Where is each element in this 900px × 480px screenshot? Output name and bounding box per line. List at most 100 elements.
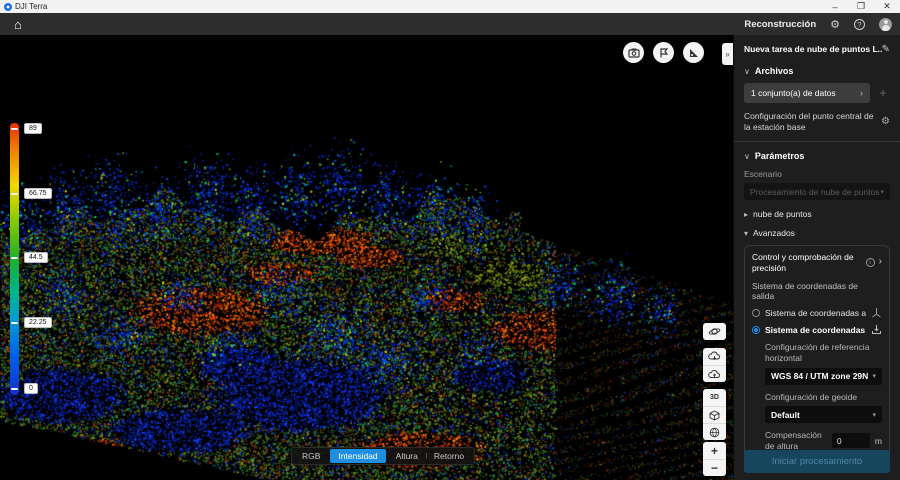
colorbar-tick [11, 322, 18, 324]
accuracy-control-row[interactable]: Control y comprobación de precisión i › [752, 252, 882, 273]
crs-arbitrary-option[interactable]: Sistema de coordenadas arbitr... [752, 307, 882, 318]
minus-icon: − [710, 461, 718, 475]
zoom-in-button[interactable]: + [703, 442, 726, 459]
3d-label: 3D [710, 394, 719, 401]
close-button[interactable]: ✕ [874, 1, 900, 12]
display-mode-switcher: RGB Intensidad Altura Retorno [291, 447, 476, 465]
height-offset-input[interactable]: 0 [831, 433, 870, 449]
panel-collapse-button[interactable]: » [722, 43, 733, 65]
axes-icon [872, 308, 881, 318]
cloud-side-view-button[interactable] [703, 365, 726, 382]
mode-rgb[interactable]: RGB [294, 449, 328, 463]
display-mode-toolgroup: 3D [703, 389, 726, 440]
radio-unselected-icon [752, 308, 760, 317]
scenario-label: Escenario [744, 169, 782, 180]
viewport-3d[interactable]: 89 66.75 44.5 22.25 0 » 3D + − RGB Inten… [0, 35, 733, 480]
files-section-label: Archivos [754, 66, 794, 76]
output-crs-label: Sistema de coordenadas de salida [752, 281, 858, 302]
cloud-up-icon [708, 369, 721, 378]
model-display-button[interactable] [703, 406, 726, 423]
cube-icon [709, 409, 720, 421]
mode-height[interactable]: Altura [388, 449, 426, 463]
annotation-tool-button[interactable] [653, 42, 674, 63]
chevron-right-icon: › [860, 88, 863, 98]
orbit-view-button[interactable] [703, 323, 726, 340]
colorbar-tick [11, 128, 18, 130]
reconstruction-menu[interactable]: Reconstrucción [744, 19, 816, 30]
divider [734, 141, 900, 143]
triangle-down-icon: ▾ [744, 228, 749, 238]
colorbar-tick [11, 388, 18, 390]
maximize-button[interactable]: ❐ [848, 1, 874, 12]
chevron-down-icon: ∨ [744, 151, 750, 161]
advanced-section-header[interactable]: ▾ Avanzados [744, 228, 890, 238]
user-avatar[interactable] [879, 17, 892, 31]
scenario-value: Procesamiento de nube de puntos [750, 186, 880, 197]
chevron-right-icon: › [878, 256, 882, 268]
layer-display-button[interactable] [703, 423, 726, 440]
task-settings-panel: Nueva tarea de nube de puntos L... ✎ ∨ A… [733, 35, 900, 480]
settings-icon[interactable]: ⚙ [830, 18, 840, 31]
minimize-button[interactable]: – [822, 2, 848, 12]
app-toolbar: ⌂ Reconstrucción ⚙ ? [0, 13, 900, 35]
colorbar-label: 66.75 [24, 188, 52, 199]
home-button[interactable]: ⌂ [8, 18, 28, 31]
info-icon[interactable]: i [865, 258, 875, 268]
geoid-value: Default [771, 409, 800, 420]
point-cloud-canvas[interactable] [0, 35, 733, 480]
pointcloud-section-label: nube de puntos [753, 209, 812, 220]
triangle-right-icon: ▸ [744, 209, 749, 219]
dataset-count-label: 1 conjunto(a) de datos [751, 88, 836, 98]
base-station-gear-icon[interactable]: ⚙ [881, 115, 890, 128]
orbit-toolgroup [703, 323, 726, 340]
measure-tool-button[interactable] [683, 42, 704, 63]
advanced-section-label: Avanzados [753, 228, 795, 239]
help-glyph: ? [857, 19, 862, 29]
geoid-select[interactable]: Default ▾ [765, 406, 882, 424]
mode-return[interactable]: Retorno [425, 449, 472, 463]
horizontal-ref-label: Configuración de referencia horizontal [765, 342, 870, 363]
caret-down-icon: ▾ [872, 411, 876, 419]
caret-down-icon: ▾ [880, 188, 884, 196]
height-offset-row: Compensación de altura 0 m [765, 430, 882, 451]
radio-selected-icon [752, 325, 760, 334]
colorbar-label: 22.25 [24, 317, 52, 328]
files-section-header[interactable]: ∨ Archivos [744, 66, 890, 76]
start-processing-button[interactable]: Iniciar procesamiento [744, 450, 890, 473]
plus-icon: + [710, 443, 718, 458]
intensity-colorbar [10, 123, 19, 395]
parameters-section-label: Parámetros [754, 151, 805, 162]
help-icon[interactable]: ? [854, 18, 865, 30]
base-station-config-label: Configuración del punto central de la es… [744, 111, 874, 133]
dataset-button[interactable]: 1 conjunto(a) de datos › [744, 83, 870, 103]
height-offset-unit: m [874, 435, 882, 446]
zoom-toolgroup: + − [703, 442, 726, 476]
crs-arbitrary-label: Sistema de coordenadas arbitr... [765, 307, 866, 318]
ruler-triangle-icon [689, 48, 698, 57]
main-area: 89 66.75 44.5 22.25 0 » 3D + − RGB Inten… [0, 35, 900, 480]
import-icon [872, 325, 881, 335]
crs-known-option[interactable]: Sistema de coordenadas conoc... [752, 324, 882, 335]
dji-logo-icon [4, 2, 12, 11]
sphere-mesh-icon [709, 427, 720, 437]
cloud-down-icon [708, 351, 721, 361]
parameters-section-header[interactable]: ∨ Parámetros [744, 151, 890, 161]
edit-title-icon[interactable]: ✎ [882, 44, 890, 55]
advanced-groupbox: Control y comprobación de precisión i › … [744, 245, 890, 460]
pointcloud-section-header[interactable]: ▸ nube de puntos [744, 209, 890, 219]
horizontal-ref-select[interactable]: WGS 84 / UTM zone 29N ▾ [765, 367, 882, 385]
cloud-view-toolgroup [703, 348, 726, 382]
capture-view-button[interactable] [623, 42, 644, 63]
add-dataset-button[interactable]: + [876, 86, 890, 100]
task-title: Nueva tarea de nube de puntos L... [744, 44, 882, 54]
scenario-select[interactable]: Procesamiento de nube de puntos ▾ [744, 183, 890, 201]
cloud-top-view-button[interactable] [703, 348, 726, 365]
mode-intensity[interactable]: Intensidad [330, 449, 386, 463]
crs-known-label: Sistema de coordenadas conoc... [765, 324, 866, 335]
height-offset-label: Compensación de altura [765, 430, 822, 451]
zoom-out-button[interactable]: − [703, 459, 726, 476]
colorbar-tick [11, 257, 18, 259]
colorbar-label: 44.5 [24, 252, 48, 263]
collapse-icon: » [725, 49, 730, 59]
view-3d-button[interactable]: 3D [703, 389, 726, 406]
